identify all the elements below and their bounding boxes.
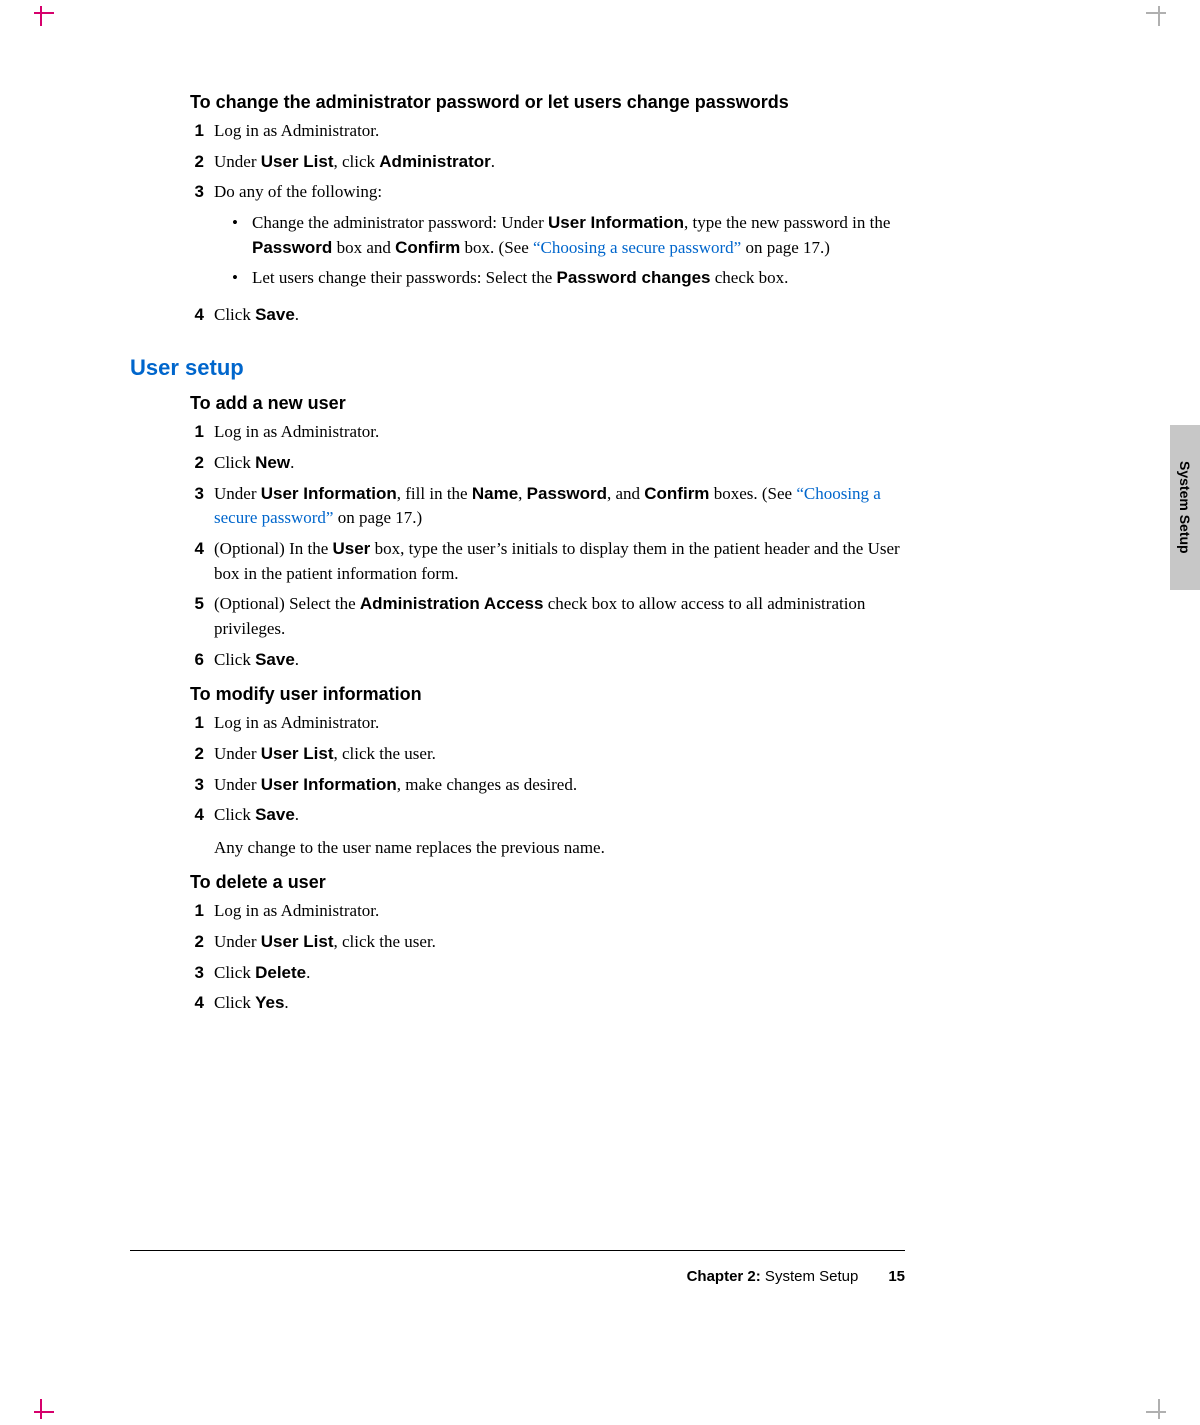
procedure-title: To add a new user <box>190 393 900 414</box>
cross-ref-link[interactable]: “Choosing a secure password” <box>533 238 741 257</box>
step-number: 1 <box>190 711 204 736</box>
step-number: 2 <box>190 150 204 175</box>
step-text: (Optional) Select the Administration Acc… <box>214 592 900 641</box>
crop-mark-bl <box>40 1393 60 1413</box>
procedure-title: To modify user information <box>190 684 900 705</box>
crop-mark-tl <box>40 12 60 32</box>
step-text: (Optional) In the User box, type the use… <box>214 537 900 586</box>
step-text: Click Save. <box>214 303 900 328</box>
step-text: Under User Information, fill in the Name… <box>214 482 900 531</box>
footer-chapter: Chapter 2: <box>687 1268 761 1285</box>
step-text: Log in as Administrator. <box>214 899 900 924</box>
step-number: 4 <box>190 803 204 828</box>
step-text: Click Save. <box>214 803 900 828</box>
step-text: Click Delete. <box>214 961 900 986</box>
note-text: Any change to the user name replaces the… <box>214 836 900 861</box>
step-number: 1 <box>190 899 204 924</box>
step-text: Do any of the following: • Change the ad… <box>214 180 900 297</box>
step-text: Click Save. <box>214 648 900 673</box>
step-text: Log in as Administrator. <box>214 420 900 445</box>
heading-user-setup: User setup <box>130 355 900 381</box>
procedure-title: To delete a user <box>190 872 900 893</box>
footer-rule <box>130 1250 905 1251</box>
side-tab-label: System Setup <box>1177 461 1193 554</box>
footer-page-number: 15 <box>888 1268 905 1285</box>
step-text: Click New. <box>214 451 900 476</box>
bullet-icon: • <box>232 211 242 236</box>
step-text: Under User List, click the user. <box>214 742 900 767</box>
step-number: 2 <box>190 742 204 767</box>
crop-mark-tr <box>1140 12 1160 32</box>
step-number: 5 <box>190 592 204 617</box>
step-text: Click Yes. <box>214 991 900 1016</box>
step-number: 4 <box>190 303 204 328</box>
step-number: 1 <box>190 119 204 144</box>
page-footer: Chapter 2: System Setup 15 <box>130 1268 905 1285</box>
bullet-text: Let users change their passwords: Select… <box>252 266 900 291</box>
bullet-text: Change the administrator password: Under… <box>252 211 900 260</box>
bullet-icon: • <box>232 266 242 291</box>
crop-mark-br <box>1140 1393 1160 1413</box>
step-number: 1 <box>190 420 204 445</box>
side-tab: System Setup <box>1170 425 1200 590</box>
step-number: 3 <box>190 180 204 205</box>
step-number: 3 <box>190 961 204 986</box>
procedure-title: To change the administrator password or … <box>190 92 900 113</box>
footer-title: System Setup <box>761 1268 859 1285</box>
page-content: To change the administrator password or … <box>130 80 900 1022</box>
step-number: 2 <box>190 451 204 476</box>
step-text: Log in as Administrator. <box>214 119 900 144</box>
step-number: 3 <box>190 773 204 798</box>
step-text: Under User List, click Administrator. <box>214 150 900 175</box>
step-number: 4 <box>190 991 204 1016</box>
step-text: Log in as Administrator. <box>214 711 900 736</box>
step-number: 2 <box>190 930 204 955</box>
step-text: Under User Information, make changes as … <box>214 773 900 798</box>
step-number: 6 <box>190 648 204 673</box>
step-text: Under User List, click the user. <box>214 930 900 955</box>
step-number: 4 <box>190 537 204 562</box>
step-number: 3 <box>190 482 204 507</box>
